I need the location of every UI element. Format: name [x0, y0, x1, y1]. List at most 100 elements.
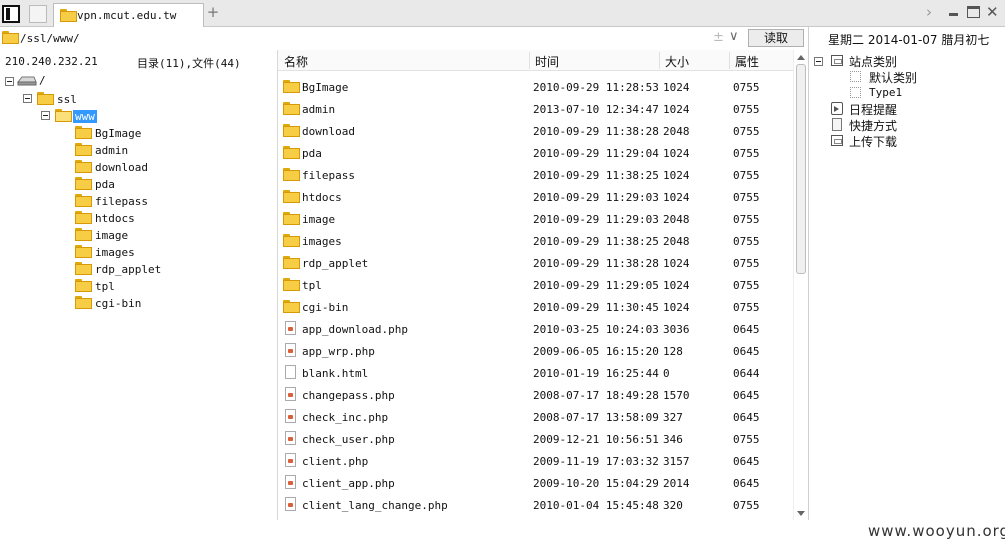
collapse-toggle-www[interactable] — [41, 111, 50, 120]
file-size: 1024 — [663, 147, 690, 160]
file-row[interactable]: app_download.php 2010-03-25 10:24:03 303… — [278, 317, 794, 339]
folder-icon — [75, 279, 92, 292]
php-file-icon — [285, 343, 296, 357]
file-name: BgImage — [302, 81, 349, 94]
plus-minus-icon[interactable]: ± — [713, 30, 724, 45]
file-row[interactable]: client_app.php 2009-10-20 15:04:29 2014 … — [278, 471, 794, 493]
file-size: 1024 — [663, 301, 690, 314]
file-row[interactable]: check_user.php 2009-12-21 10:56:51 346 0… — [278, 427, 794, 449]
file-perm: 0755 — [733, 213, 760, 226]
file-row[interactable]: BgImage 2010-09-29 11:28:53 1024 0755 — [278, 75, 794, 97]
file-row[interactable]: check_inc.php 2008-07-17 13:58:09 327 06… — [278, 405, 794, 427]
right-panel: 星期二 2014-01-07 腊月初七 站点类别 默认类别 Type1 日程提醒… — [808, 27, 1005, 520]
file-row[interactable]: image 2010-09-29 11:29:03 2048 0755 — [278, 207, 794, 229]
drive-icon — [17, 76, 37, 86]
folder-icon — [283, 234, 300, 247]
tree-item-schedule[interactable]: 日程提醒 — [829, 101, 999, 117]
file-name: check_user.php — [302, 433, 395, 446]
tree-item-upload-download[interactable]: 上传下载 — [829, 133, 999, 149]
file-row[interactable]: pda 2010-09-29 11:29:04 1024 0755 — [278, 141, 794, 163]
file-row[interactable]: download 2010-09-29 11:38:28 2048 0755 — [278, 119, 794, 141]
file-perm: 0645 — [733, 411, 760, 424]
file-name: filepass — [302, 169, 355, 182]
tree-item-label: / — [39, 74, 46, 87]
file-row[interactable]: client.php 2009-11-19 17:03:32 3157 0645 — [278, 449, 794, 471]
file-size: 1024 — [663, 81, 690, 94]
minimize-button[interactable] — [948, 5, 959, 21]
file-perm: 0755 — [733, 499, 760, 512]
tree-item-default-category[interactable]: 默认类别 — [849, 69, 999, 85]
file-perm: 0645 — [733, 477, 760, 490]
file-size: 1024 — [663, 257, 690, 270]
collapse-toggle-root[interactable] — [5, 77, 14, 86]
file-row[interactable]: images 2010-09-29 11:38:25 2048 0755 — [278, 229, 794, 251]
tree-item-label: tpl — [95, 280, 115, 293]
column-header-time[interactable]: 时间 — [535, 53, 559, 70]
file-time: 2010-09-29 11:38:28 — [533, 257, 659, 270]
file-row[interactable]: changepass.php 2008-07-17 18:49:28 1570 … — [278, 383, 794, 405]
file-perm: 0645 — [733, 323, 760, 336]
file-row[interactable]: htdocs 2010-09-29 11:29:03 1024 0755 — [278, 185, 794, 207]
file-perm: 0755 — [733, 169, 760, 182]
file-row[interactable]: blank.html 2010-01-19 16:25:44 0 0644 — [278, 361, 794, 383]
php-file-icon — [285, 409, 296, 423]
folder-icon — [60, 9, 77, 22]
tree-item-type1[interactable]: Type1 — [849, 85, 999, 101]
column-header-perm[interactable]: 属性 — [735, 53, 759, 70]
new-page-icon[interactable] — [29, 5, 47, 23]
folder-icon — [75, 296, 92, 309]
file-row[interactable]: cgi-bin 2010-09-29 11:30:45 1024 0755 — [278, 295, 794, 317]
file-perm: 0755 — [733, 103, 760, 116]
file-size: 320 — [663, 499, 683, 512]
tree-item-label: cgi-bin — [95, 297, 142, 310]
file-time: 2010-09-29 11:29:04 — [533, 147, 659, 160]
folder-icon — [75, 126, 92, 139]
add-tab-button[interactable]: + — [206, 5, 220, 20]
collapse-toggle-site-category[interactable] — [814, 57, 823, 66]
folder-icon — [283, 256, 300, 269]
date-display: 星期二 2014-01-07 腊月初七 — [828, 33, 990, 47]
tree-item-shortcuts[interactable]: 快捷方式 — [829, 117, 999, 133]
file-name: tpl — [302, 279, 322, 292]
read-button[interactable]: 读取 — [748, 29, 804, 47]
folder-icon — [283, 80, 300, 93]
file-name: image — [302, 213, 336, 226]
file-row[interactable]: admin 2013-07-10 12:34:47 1024 0755 — [278, 97, 794, 119]
folder-icon — [75, 194, 92, 207]
tab-title: vpn.mcut.edu.tw — [77, 9, 177, 22]
file-name: cgi-bin — [302, 301, 349, 314]
file-size: 3036 — [663, 323, 690, 336]
file-time: 2010-09-29 11:29:05 — [533, 279, 659, 292]
file-row[interactable]: client_lang_change.php 2010-01-04 15:45:… — [278, 493, 794, 515]
scroll-up-icon[interactable] — [797, 55, 805, 60]
file-row[interactable]: filepass 2010-09-29 11:38:25 1024 0755 — [278, 163, 794, 185]
php-file-icon — [285, 497, 296, 511]
folder-icon — [283, 146, 300, 159]
folder-icon — [75, 245, 92, 258]
file-size: 346 — [663, 433, 683, 446]
close-button[interactable]: ✕ — [986, 5, 999, 21]
collapse-toggle-ssl[interactable] — [23, 94, 32, 103]
column-header-name[interactable]: 名称 — [284, 53, 308, 70]
tree-item-site-category[interactable]: 站点类别 — [829, 53, 999, 69]
file-list-scrollbar[interactable] — [793, 50, 807, 520]
file-name: client_lang_change.php — [302, 499, 448, 512]
file-list-header: 名称 时间 大小 属性 — [278, 50, 794, 71]
scroll-down-icon[interactable] — [797, 511, 805, 516]
file-row[interactable]: rdp_applet 2010-09-29 11:38:28 1024 0755 — [278, 251, 794, 273]
sidebar-toggle-icon[interactable] — [2, 5, 20, 23]
file-row[interactable]: tpl 2010-09-29 11:29:05 1024 0755 — [278, 273, 794, 295]
file-row[interactable]: app_wrp.php 2009-06-05 16:15:20 128 0645 — [278, 339, 794, 361]
watermark: www.wooyun.org — [868, 522, 1005, 540]
php-file-icon — [285, 321, 296, 335]
maximize-button[interactable] — [967, 6, 980, 18]
tab-vpn[interactable]: vpn.mcut.edu.tw — [53, 3, 204, 27]
file-perm: 0645 — [733, 389, 760, 402]
chevron-right-icon[interactable]: › — [926, 5, 936, 21]
file-size: 3157 — [663, 455, 690, 468]
chevron-down-icon[interactable]: ∨ — [729, 29, 739, 44]
scroll-thumb[interactable] — [796, 64, 806, 274]
bottom-strip — [0, 520, 1005, 540]
column-header-size[interactable]: 大小 — [665, 53, 689, 70]
path-input[interactable] — [18, 28, 708, 48]
